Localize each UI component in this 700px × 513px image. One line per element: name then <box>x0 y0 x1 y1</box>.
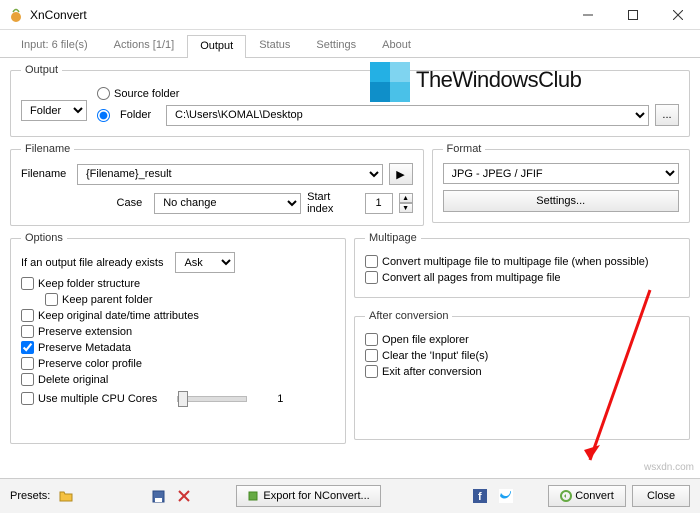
start-index-down[interactable]: ▼ <box>399 203 413 213</box>
multipage-convert-label: Convert multipage file to multipage file… <box>382 256 649 268</box>
tab-settings[interactable]: Settings <box>303 34 369 57</box>
export-nconvert-button[interactable]: Export for NConvert... <box>236 485 380 507</box>
exit-check[interactable] <box>365 365 378 378</box>
options-legend: Options <box>21 232 67 244</box>
multipage-convert-check[interactable] <box>365 255 378 268</box>
output-type-select[interactable]: Folder <box>21 100 87 121</box>
save-icon[interactable] <box>148 486 168 506</box>
preserve-ext-label: Preserve extension <box>38 326 132 338</box>
case-select[interactable]: No change <box>154 193 301 214</box>
delete-orig-check[interactable] <box>21 373 34 386</box>
start-index-input[interactable] <box>365 193 393 214</box>
facebook-icon[interactable]: f <box>470 486 490 506</box>
window-title: XnConvert <box>30 8 565 22</box>
format-settings-button[interactable]: Settings... <box>443 190 679 212</box>
cpu-cores-value: 1 <box>277 393 283 405</box>
twitter-icon[interactable] <box>496 486 516 506</box>
preserve-color-label: Preserve color profile <box>38 358 142 370</box>
format-legend: Format <box>443 143 486 155</box>
folder-path-select[interactable]: C:\Users\KOMAL\Desktop <box>166 105 649 126</box>
options-group: Options If an output file already exists… <box>10 232 346 444</box>
open-explorer-label: Open file explorer <box>382 334 469 346</box>
minimize-button[interactable] <box>565 0 610 30</box>
folder-open-icon[interactable] <box>56 486 76 506</box>
preserve-color-check[interactable] <box>21 357 34 370</box>
titlebar: XnConvert <box>0 0 700 30</box>
convert-button[interactable]: Convert <box>548 485 626 507</box>
preserve-meta-check[interactable] <box>21 341 34 354</box>
close-footer-button[interactable]: Close <box>632 485 690 507</box>
maximize-button[interactable] <box>610 0 655 30</box>
source-watermark: wsxdn.com <box>644 462 694 473</box>
source-folder-label: Source folder <box>114 88 179 100</box>
start-index-up[interactable]: ▲ <box>399 193 413 203</box>
browse-button[interactable]: ... <box>655 104 679 126</box>
tab-about[interactable]: About <box>369 34 424 57</box>
delete-icon[interactable] <box>174 486 194 506</box>
clear-input-check[interactable] <box>365 349 378 362</box>
format-group: Format JPG - JPEG / JFIF Settings... <box>432 143 690 223</box>
clear-input-label: Clear the 'Input' file(s) <box>382 350 488 362</box>
exists-label: If an output file already exists <box>21 257 163 269</box>
tab-output[interactable]: Output <box>187 35 246 58</box>
multipage-all-check[interactable] <box>365 271 378 284</box>
filename-label: Filename <box>21 168 71 180</box>
cpu-cores-slider[interactable] <box>177 396 247 402</box>
exists-select[interactable]: Ask <box>175 252 235 273</box>
preserve-meta-label: Preserve Metadata <box>38 342 131 354</box>
keep-folder-label: Keep folder structure <box>38 278 140 290</box>
keep-parent-check[interactable] <box>45 293 58 306</box>
exit-label: Exit after conversion <box>382 366 482 378</box>
tab-status[interactable]: Status <box>246 34 303 57</box>
keep-folder-check[interactable] <box>21 277 34 290</box>
folder-radio[interactable] <box>97 109 110 122</box>
filename-group: Filename Filename {Filename}_result ▶ Ca… <box>10 143 424 226</box>
keep-parent-label: Keep parent folder <box>62 294 153 306</box>
app-icon <box>8 7 24 23</box>
tab-bar: Input: 6 file(s) Actions [1/1] Output St… <box>0 30 700 58</box>
presets-label: Presets: <box>10 490 50 502</box>
output-group: Output Folder Source folder Folder C:\Us… <box>10 64 690 137</box>
case-label: Case <box>21 197 148 209</box>
close-button[interactable] <box>655 0 700 30</box>
after-group: After conversion Open file explorer Clea… <box>354 310 690 440</box>
output-legend: Output <box>21 64 62 76</box>
svg-text:f: f <box>478 491 482 503</box>
format-select[interactable]: JPG - JPEG / JFIF <box>443 163 679 184</box>
multipage-legend: Multipage <box>365 232 421 244</box>
tab-actions[interactable]: Actions [1/1] <box>101 34 188 57</box>
open-explorer-check[interactable] <box>365 333 378 346</box>
filename-legend: Filename <box>21 143 74 155</box>
folder-label: Folder <box>120 109 160 121</box>
cpu-cores-label: Use multiple CPU Cores <box>38 393 157 405</box>
footer-bar: Presets: Export for NConvert... f Conver… <box>0 478 700 513</box>
tab-input[interactable]: Input: 6 file(s) <box>8 34 101 57</box>
filename-play-button[interactable]: ▶ <box>389 163 413 185</box>
keep-date-label: Keep original date/time attributes <box>38 310 199 322</box>
cpu-cores-check[interactable] <box>21 392 34 405</box>
keep-date-check[interactable] <box>21 309 34 322</box>
multipage-group: Multipage Convert multipage file to mult… <box>354 232 690 298</box>
preserve-ext-check[interactable] <box>21 325 34 338</box>
source-folder-radio[interactable] <box>97 87 110 100</box>
delete-orig-label: Delete original <box>38 374 108 386</box>
filename-pattern-select[interactable]: {Filename}_result <box>77 164 383 185</box>
multipage-all-label: Convert all pages from multipage file <box>382 272 561 284</box>
after-legend: After conversion <box>365 310 452 322</box>
start-index-label: Start index <box>307 191 358 215</box>
